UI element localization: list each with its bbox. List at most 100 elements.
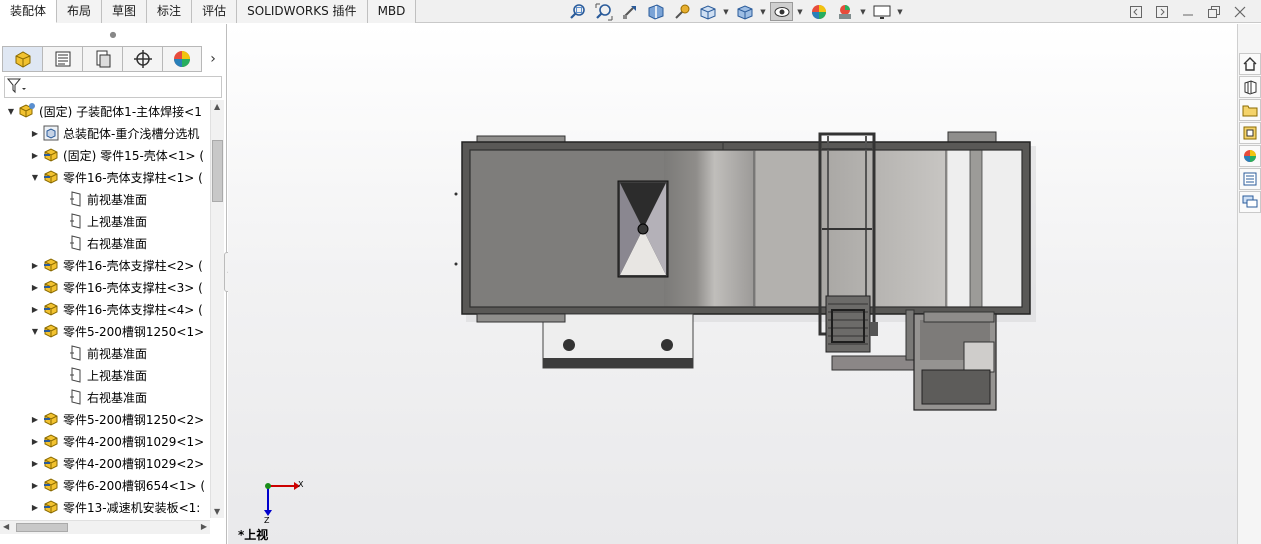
scroll-thumb[interactable] [16,523,68,532]
tree-item[interactable]: 前视基准面 [0,342,210,364]
part-icon [42,146,60,164]
featuremanager-icon[interactable] [2,46,42,72]
scroll-thumb[interactable] [212,140,223,202]
view-palette-icon[interactable] [1239,122,1261,144]
displaymanager-icon[interactable] [162,46,202,72]
part-icon [42,454,60,472]
plane-icon [66,344,84,362]
tree-item[interactable]: ▶ 零件6-200槽钢654<1> ( [0,474,210,496]
tree-item-label: 前视基准面 [87,192,148,207]
chevron-right-icon[interactable]: ▶ [28,434,42,448]
tree-item[interactable]: ▼ 零件16-壳体支撑柱<1> ( [0,166,210,188]
panel-grip[interactable]: ● [0,24,226,44]
tab-layout[interactable]: 布局 [57,0,103,23]
chevron-right-icon[interactable]: › [204,46,222,72]
tab-solidworks-addins[interactable]: SOLIDWORKS 插件 [237,0,368,23]
restore-icon[interactable] [1201,3,1227,21]
tree-item[interactable]: ▼ (固定) 子装配体1-主体焊接<1 [0,100,210,122]
previous-view-icon[interactable] [618,2,641,21]
tree-vertical-scrollbar[interactable]: ▲ ▼ [210,100,224,518]
propertymanager-icon[interactable] [42,46,82,72]
graphics-area[interactable]: X Z *上视 [228,24,1237,544]
tree-horizontal-scrollbar[interactable]: ◀ ▶ [0,520,210,534]
chevron-down-icon[interactable]: ▼ [28,324,42,338]
chevron-right-icon[interactable]: ▶ [28,456,42,470]
part-icon [42,168,60,186]
dynamic-annotation-icon[interactable] [670,2,693,21]
chevron-right-icon[interactable]: ▶ [28,258,42,272]
dimxpertmanager-icon[interactable] [122,46,162,72]
chevron-down-icon[interactable]: ▼ [859,2,867,21]
tab-evaluate[interactable]: 评估 [192,0,238,23]
custom-properties-icon[interactable] [1239,168,1261,190]
scroll-up-icon[interactable]: ▲ [214,102,220,111]
tree-item[interactable]: ▼ 零件5-200槽钢1250<1> [0,320,210,342]
scroll-left-icon[interactable]: ◀ [3,522,9,531]
apply-scene-icon[interactable] [833,2,856,21]
tab-markup[interactable]: 标注 [147,0,193,23]
chevron-down-icon[interactable]: ▼ [722,2,730,21]
tree-item-label: 右视基准面 [87,236,148,251]
tree-item[interactable]: 右视基准面 [0,232,210,254]
tab-sketch[interactable]: 草图 [102,0,148,23]
tree-item[interactable]: ▶ (固定) 零件15-壳体<1> ( [0,144,210,166]
configurationmanager-icon[interactable] [82,46,122,72]
forum-icon[interactable] [1239,191,1261,213]
part-icon [42,476,60,494]
appearances-icon[interactable] [1239,145,1261,167]
hide-show-items-icon[interactable] [770,2,793,21]
tree-item[interactable]: 上视基准面 [0,364,210,386]
chevron-down-icon[interactable]: ▼ [28,170,42,184]
edit-appearance-icon[interactable] [807,2,830,21]
chevron-right-icon[interactable]: ▶ [28,148,42,162]
scroll-right-icon[interactable]: ▶ [201,522,207,531]
tree-item[interactable]: 前视基准面 [0,188,210,210]
zoom-to-fit-icon[interactable] [566,2,589,21]
subassembly-icon [18,102,36,120]
tree-filter[interactable] [4,76,222,98]
tile-right-icon[interactable] [1149,3,1175,21]
tree-item[interactable]: ▶ 零件4-200槽钢1029<2> [0,452,210,474]
tile-left-icon[interactable] [1123,3,1149,21]
file-explorer-icon[interactable] [1239,99,1261,121]
filter-icon[interactable] [6,78,27,97]
tree-item[interactable]: ▶ 零件16-壳体支撑柱<2> ( [0,254,210,276]
tree-item[interactable]: ▶ 零件13-减速机安装板<1: [0,496,210,518]
tree-item[interactable]: ▶ 零件4-200槽钢1029<1> [0,430,210,452]
chevron-down-icon[interactable]: ▼ [796,2,804,21]
zoom-to-area-icon[interactable] [592,2,615,21]
minimize-icon[interactable] [1175,3,1201,21]
tree-item[interactable]: ▶ 零件5-200槽钢1250<2> [0,408,210,430]
tree-item[interactable]: 右视基准面 [0,386,210,408]
tree-item-label: 总装配体-重介浅槽分选机 [63,126,200,141]
tree-item-label: (固定) 子装配体1-主体焊接<1 [39,104,202,119]
display-style-icon[interactable] [733,2,756,21]
tab-mbd[interactable]: MBD [367,0,417,23]
section-view-icon[interactable] [644,2,667,21]
chevron-right-icon[interactable]: ▶ [28,126,42,140]
design-library-icon[interactable] [1239,76,1261,98]
tree-item-label: 前视基准面 [87,346,148,361]
feature-manager-panel: ● › ▼ (固定) 子装配体1-主体焊接<1 ▶ 总装配体-重介浅槽分选机 ▶ (固定)… [0,24,227,544]
chevron-right-icon[interactable]: ▶ [28,280,42,294]
tab-assembly[interactable]: 装配体 [0,0,58,23]
view-orientation-icon[interactable] [696,2,719,21]
chevron-down-icon[interactable]: ▼ [4,104,18,118]
chevron-right-icon[interactable]: ▶ [28,412,42,426]
view-settings-icon[interactable] [870,2,893,21]
tree-item[interactable]: ▶ 总装配体-重介浅槽分选机 [0,122,210,144]
tree-item[interactable]: ▶ 零件16-壳体支撑柱<3> ( [0,276,210,298]
chevron-right-icon[interactable]: ▶ [28,302,42,316]
scroll-down-icon[interactable]: ▼ [214,507,220,516]
close-icon[interactable] [1227,3,1253,21]
tree-item[interactable]: ▶ 零件16-壳体支撑柱<4> ( [0,298,210,320]
tree-item-label: 零件16-壳体支撑柱<4> ( [63,302,203,317]
chevron-right-icon[interactable]: ▶ [28,500,42,514]
chevron-down-icon[interactable]: ▼ [896,2,904,21]
chevron-right-icon[interactable]: ▶ [28,478,42,492]
home-icon[interactable] [1239,53,1261,75]
tree-item[interactable]: 上视基准面 [0,210,210,232]
chevron-down-icon[interactable]: ▼ [759,2,767,21]
